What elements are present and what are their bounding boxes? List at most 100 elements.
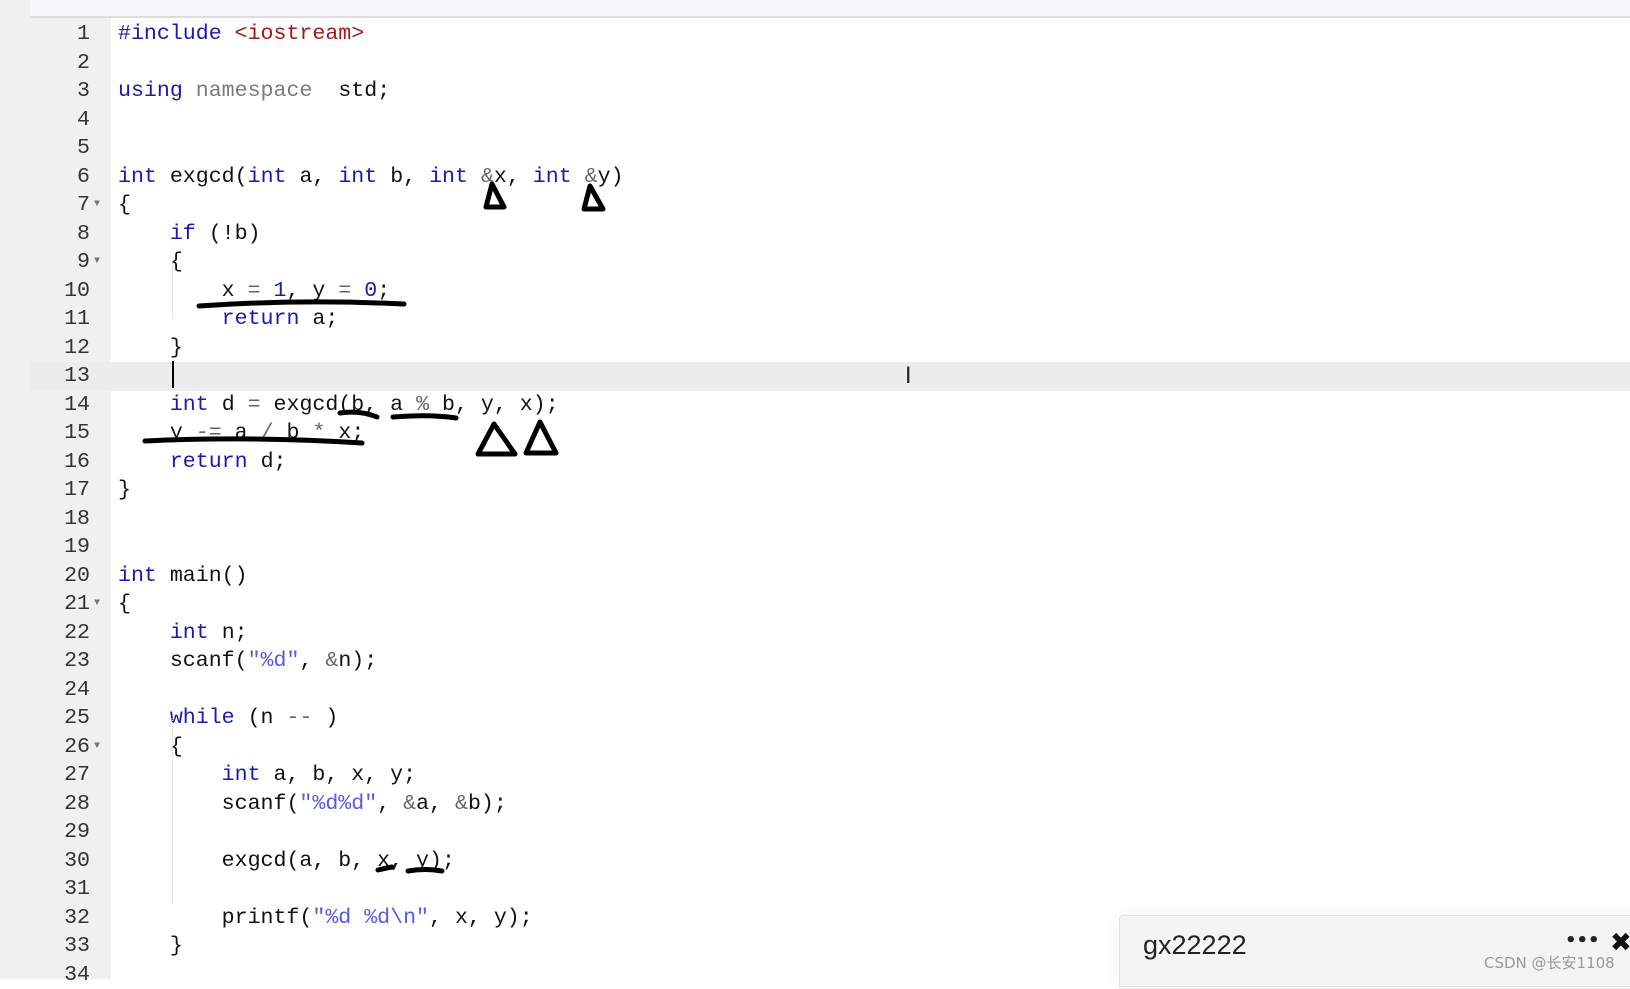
line-number: 4 xyxy=(30,106,90,135)
code-token: = xyxy=(248,279,261,303)
popup-title: gx22222 xyxy=(1143,930,1247,961)
code-token: & xyxy=(585,165,598,189)
code-line[interactable]: 26▼ { xyxy=(30,733,1630,762)
line-number: 30 xyxy=(30,847,90,876)
code-token: } xyxy=(118,336,183,360)
code-token: n); xyxy=(338,649,377,673)
fold-arrow-icon[interactable]: ▼ xyxy=(94,590,100,619)
code-token xyxy=(118,763,222,787)
line-number: 34 xyxy=(30,961,90,989)
code-token: } xyxy=(118,934,183,958)
code-token: a xyxy=(222,421,261,445)
line-number: 6 xyxy=(30,163,90,192)
text-cursor xyxy=(172,361,174,388)
fold-arrow-icon[interactable]: ▼ xyxy=(94,248,100,277)
fold-arrow-icon[interactable]: ▼ xyxy=(94,191,100,220)
code-token: exgcd( xyxy=(157,165,248,189)
code-text: return a; xyxy=(118,305,338,334)
code-token xyxy=(351,279,364,303)
code-line[interactable]: 29 xyxy=(30,818,1630,847)
code-token: int xyxy=(118,564,157,588)
code-token: { xyxy=(118,735,183,759)
code-token: } xyxy=(118,478,131,502)
code-token: return xyxy=(222,307,300,331)
code-text: } xyxy=(118,932,183,961)
code-line[interactable]: 3using namespace std; xyxy=(30,77,1630,106)
code-text: while (n -- ) xyxy=(118,704,338,733)
code-line[interactable]: 12 } xyxy=(30,334,1630,363)
code-line[interactable]: 6int exgcd(int a, int b, int &x, int &y) xyxy=(30,163,1630,192)
line-number: 31 xyxy=(30,875,90,904)
fold-arrow-icon[interactable]: ▼ xyxy=(94,733,100,762)
code-line[interactable]: 16 return d; xyxy=(30,448,1630,477)
line-number: 17 xyxy=(30,476,90,505)
line-number: 28 xyxy=(30,790,90,819)
code-line[interactable]: 30 exgcd(a, b, x, y); xyxy=(30,847,1630,876)
code-token: & xyxy=(481,165,494,189)
line-number: 9 xyxy=(30,248,90,277)
code-line[interactable]: 23 scanf("%d", &n); xyxy=(30,647,1630,676)
code-token: a, xyxy=(416,792,455,816)
code-token: ; xyxy=(377,279,390,303)
code-token: <iostream> xyxy=(235,22,365,46)
notification-popup[interactable]: gx22222 ••• ✖ xyxy=(1119,915,1630,987)
code-line[interactable]: 24 xyxy=(30,676,1630,705)
line-number: 8 xyxy=(30,220,90,249)
line-number: 21 xyxy=(30,590,90,619)
code-token: b); xyxy=(468,792,507,816)
code-line[interactable]: 13 xyxy=(30,362,1630,391)
code-text: printf("%d %d\n", x, y); xyxy=(118,904,533,933)
code-line[interactable]: 21▼ { xyxy=(30,590,1630,619)
code-line[interactable]: 2 xyxy=(30,49,1630,78)
code-token xyxy=(468,165,481,189)
code-line[interactable]: 14 int d = exgcd(b, a % b, y, x); xyxy=(30,391,1630,420)
code-line[interactable]: 20int main() xyxy=(30,562,1630,591)
code-line[interactable]: 15 y -= a / b * x; xyxy=(30,419,1630,448)
code-token: ) xyxy=(312,706,338,730)
code-line[interactable]: 11 return a; xyxy=(30,305,1630,334)
code-line[interactable]: 17} xyxy=(30,476,1630,505)
code-token: while xyxy=(170,706,235,730)
code-token: b xyxy=(274,421,313,445)
line-number: 26 xyxy=(30,733,90,762)
code-line[interactable]: 27 int a, b, x, y; xyxy=(30,761,1630,790)
code-token: exgcd(a, b, x, y); xyxy=(118,849,455,873)
code-token: x, xyxy=(494,165,533,189)
code-line[interactable]: 4 xyxy=(30,106,1630,135)
code-text: x = 1, y = 0; xyxy=(118,277,390,306)
code-line[interactable]: 31 xyxy=(30,875,1630,904)
code-line[interactable]: 18 xyxy=(30,505,1630,534)
code-line[interactable]: 7▼{ xyxy=(30,191,1630,220)
code-line[interactable]: 28 scanf("%d%d", &a, &b); xyxy=(30,790,1630,819)
code-token: int xyxy=(338,165,377,189)
code-line[interactable]: 22 int n; xyxy=(30,619,1630,648)
code-line[interactable]: 9▼ { xyxy=(30,248,1630,277)
code-token: b, xyxy=(377,165,429,189)
code-text: y -= a / b * x; xyxy=(118,419,364,448)
code-token: int xyxy=(533,165,572,189)
code-token: a, xyxy=(287,165,339,189)
code-token: { xyxy=(118,592,131,616)
line-number: 14 xyxy=(30,391,90,420)
code-token: std; xyxy=(312,79,390,103)
code-line[interactable]: 25 while (n -- ) xyxy=(30,704,1630,733)
ellipsis-icon[interactable]: ••• xyxy=(1565,930,1600,951)
code-token: using xyxy=(118,79,196,103)
code-token: int xyxy=(429,165,468,189)
code-line[interactable]: 1#include <iostream> xyxy=(30,20,1630,49)
code-token: , y xyxy=(287,279,339,303)
code-line[interactable]: 5 xyxy=(30,134,1630,163)
code-line[interactable]: 10 x = 1, y = 0; xyxy=(30,277,1630,306)
code-token xyxy=(118,393,170,417)
code-text: #include <iostream> xyxy=(118,20,364,49)
code-token: x xyxy=(118,279,248,303)
code-token: b, y, x); xyxy=(429,393,559,417)
code-token: 1 xyxy=(274,279,287,303)
code-editor[interactable]: 1#include <iostream>23using namespace st… xyxy=(30,18,1630,979)
code-line[interactable]: 19 xyxy=(30,533,1630,562)
code-text: int main() xyxy=(118,562,248,591)
line-number: 3 xyxy=(30,77,90,106)
code-token: { xyxy=(118,193,131,217)
code-token: (n xyxy=(235,706,287,730)
code-line[interactable]: 8 if (!b) xyxy=(30,220,1630,249)
